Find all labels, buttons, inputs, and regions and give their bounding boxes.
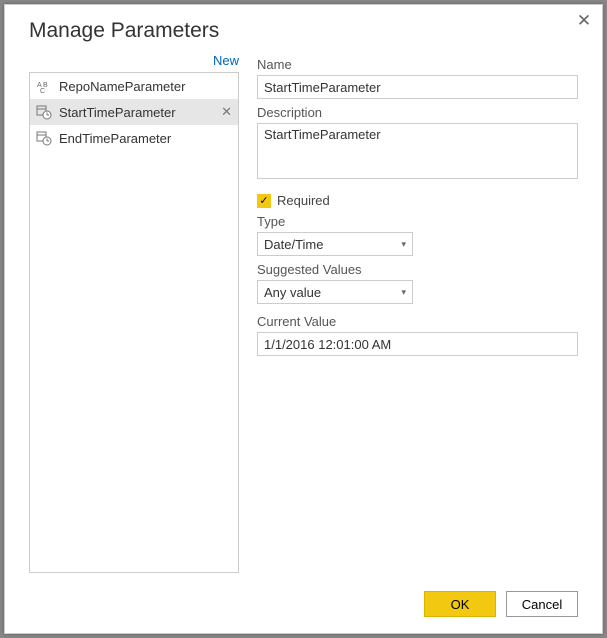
close-icon: ✕ (577, 11, 591, 30)
parameter-item-label: RepoNameParameter (59, 79, 185, 94)
suggested-values-value: Any value (264, 285, 321, 300)
dialog-buttons: OK Cancel (5, 581, 602, 633)
ok-button[interactable]: OK (424, 591, 496, 617)
type-label: Type (257, 214, 578, 229)
parameter-item-reponame[interactable]: A B C RepoNameParameter (30, 73, 238, 99)
current-value-input[interactable] (257, 332, 578, 356)
description-label: Description (257, 105, 578, 120)
parameters-panel: New A B C RepoNameParameter (29, 51, 239, 573)
name-input[interactable] (257, 75, 578, 99)
svg-text:C: C (40, 88, 45, 94)
datetime-type-icon (36, 104, 52, 120)
ok-label: OK (451, 597, 470, 612)
suggested-values-select[interactable]: Any value ▾ (257, 280, 413, 304)
dialog-title: Manage Parameters (5, 5, 602, 51)
parameter-item-starttime[interactable]: StartTimeParameter ✕ (30, 99, 238, 125)
manage-parameters-dialog: ✕ Manage Parameters New A B C RepoNamePa… (4, 4, 603, 634)
text-type-icon: A B C (36, 78, 52, 94)
type-value: Date/Time (264, 237, 323, 252)
chevron-down-icon: ▾ (401, 287, 406, 298)
parameter-list: A B C RepoNameParameter (29, 72, 239, 573)
current-value-label: Current Value (257, 314, 578, 329)
close-button[interactable]: ✕ (574, 11, 594, 31)
check-icon: ✓ (259, 194, 268, 207)
required-label: Required (277, 193, 330, 208)
type-select[interactable]: Date/Time ▾ (257, 232, 413, 256)
new-parameter-link[interactable]: New (29, 51, 239, 72)
name-label: Name (257, 57, 578, 72)
parameter-item-endtime[interactable]: EndTimeParameter (30, 125, 238, 151)
dialog-content: New A B C RepoNameParameter (5, 51, 602, 581)
required-row: ✓ Required (257, 193, 578, 208)
cancel-button[interactable]: Cancel (506, 591, 578, 617)
parameter-item-label: StartTimeParameter (59, 105, 176, 120)
description-input[interactable]: StartTimeParameter (257, 123, 578, 179)
delete-parameter-icon[interactable]: ✕ (221, 104, 232, 120)
suggested-values-label: Suggested Values (257, 262, 578, 277)
datetime-type-icon (36, 130, 52, 146)
cancel-label: Cancel (522, 597, 562, 612)
parameter-item-label: EndTimeParameter (59, 131, 171, 146)
required-checkbox[interactable]: ✓ (257, 194, 271, 208)
parameter-form: Name Description StartTimeParameter ✓ Re… (257, 51, 578, 573)
chevron-down-icon: ▾ (401, 239, 406, 250)
